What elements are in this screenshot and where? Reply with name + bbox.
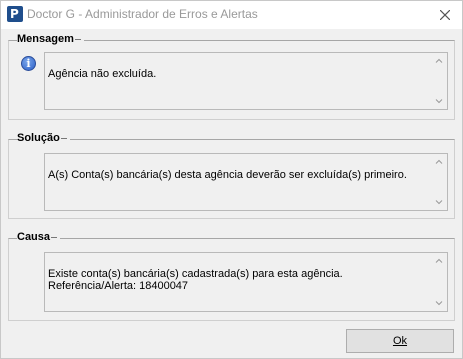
section-solucao: Solução A(s) Conta(s) bancária(s) desta … xyxy=(8,132,455,219)
scroll-up-icon[interactable] xyxy=(435,257,443,265)
causa-scrollbar[interactable] xyxy=(431,253,447,311)
mensagem-text-content: Agência não excluída. xyxy=(48,68,157,80)
scroll-down-icon[interactable] xyxy=(435,97,443,105)
scroll-up-icon[interactable] xyxy=(435,57,443,65)
ok-button-label: Ok xyxy=(392,335,408,347)
section-title-causa: Causa xyxy=(17,231,61,243)
mensagem-scrollbar[interactable] xyxy=(431,53,447,109)
solucao-text[interactable]: A(s) Conta(s) bancária(s) desta agência … xyxy=(44,153,448,211)
ok-button[interactable]: Ok xyxy=(346,329,454,353)
close-icon xyxy=(440,10,450,20)
close-button[interactable] xyxy=(428,1,462,29)
scroll-down-icon[interactable] xyxy=(435,198,443,206)
section-mensagem: Mensagem i Agência não excluída. xyxy=(8,33,455,120)
scroll-up-icon[interactable] xyxy=(435,158,443,166)
scroll-down-icon[interactable] xyxy=(435,299,443,307)
app-logo-icon: P xyxy=(7,6,23,22)
mensagem-text[interactable]: Agência não excluída. xyxy=(44,52,448,110)
info-icon: i xyxy=(21,56,36,71)
solucao-scrollbar[interactable] xyxy=(431,154,447,210)
causa-text[interactable]: Existe conta(s) bancária(s) cadastrada(s… xyxy=(44,252,448,312)
section-causa: Causa Existe conta(s) bancária(s) cadast… xyxy=(8,231,455,321)
title-bar[interactable]: P Doctor G - Administrador de Erros e Al… xyxy=(1,1,462,29)
causa-text-content: Existe conta(s) bancária(s) cadastrada(s… xyxy=(48,268,343,292)
window-title: Doctor G - Administrador de Erros e Aler… xyxy=(27,7,258,21)
solucao-text-content: A(s) Conta(s) bancária(s) desta agência … xyxy=(48,169,407,181)
section-title-mensagem: Mensagem xyxy=(17,33,84,45)
dialog-window: P Doctor G - Administrador de Erros e Al… xyxy=(0,0,463,359)
section-title-solucao: Solução xyxy=(17,132,70,144)
